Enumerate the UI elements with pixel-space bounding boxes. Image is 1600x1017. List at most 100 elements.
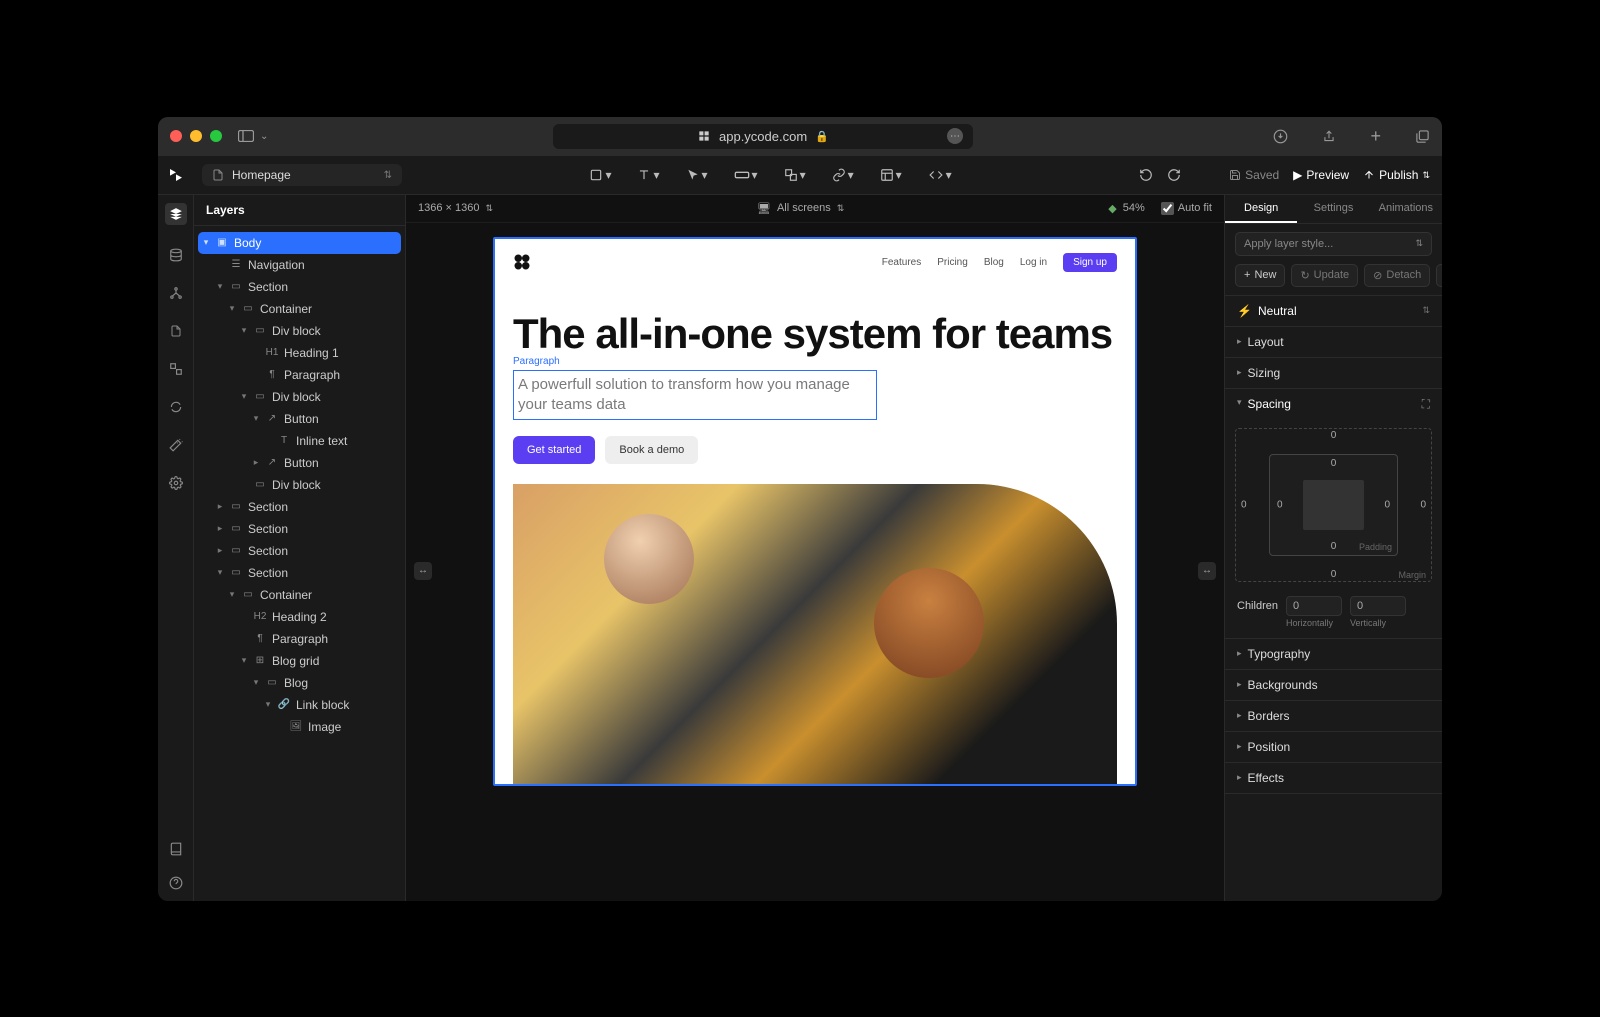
download-icon[interactable] (1273, 129, 1288, 144)
page-nav: Features Pricing Blog Log in Sign up (495, 239, 1135, 286)
section-borders[interactable]: ▸Borders (1225, 701, 1442, 731)
help-icon[interactable] (168, 875, 184, 891)
page-preview[interactable]: Features Pricing Blog Log in Sign up The… (493, 237, 1137, 787)
layers-icon[interactable] (165, 203, 187, 225)
tree-item[interactable]: ¶Paragraph (198, 628, 401, 650)
tree-item[interactable]: ▾▭Div block (198, 386, 401, 408)
zoom-level[interactable]: 54% (1123, 202, 1145, 214)
app-logo[interactable] (158, 167, 194, 183)
tool-input[interactable]: ▾ (734, 168, 758, 182)
nav-signup[interactable]: Sign up (1063, 253, 1117, 272)
cta-book-demo[interactable]: Book a demo (605, 436, 698, 464)
macos-titlebar: ⌄ app.ycode.com 🔒 ⋯ + (158, 117, 1442, 157)
tab-settings[interactable]: Settings (1297, 195, 1369, 223)
section-effects[interactable]: ▸Effects (1225, 763, 1442, 793)
tree-item[interactable]: TInline text (198, 430, 401, 452)
nav-login[interactable]: Log in (1020, 257, 1047, 268)
tree-item[interactable]: ▾▭Section (198, 276, 401, 298)
tool-frame[interactable]: ▾ (589, 168, 611, 182)
tool-text[interactable]: ▾ (637, 168, 659, 182)
file-selector[interactable]: Homepage ⇅ (202, 164, 402, 186)
preview-button[interactable]: ▶ Preview (1293, 168, 1349, 182)
sitemap-icon[interactable] (168, 285, 184, 301)
style-more-button[interactable]: ⋯ (1436, 264, 1442, 287)
selection-label: Paragraph (513, 356, 560, 367)
publish-button[interactable]: Publish ⇅ (1363, 168, 1430, 182)
hero-heading[interactable]: The all-in-one system for teams (513, 312, 1117, 356)
tree-item[interactable]: ▸▭Section (198, 496, 401, 518)
tool-code[interactable]: ▾ (928, 168, 952, 182)
style-detach-button[interactable]: ⊘ Detach (1364, 264, 1430, 287)
reader-icon[interactable]: ⋯ (947, 128, 963, 144)
address-bar[interactable]: app.ycode.com 🔒 ⋯ (553, 124, 973, 149)
tree-item[interactable]: ▾▭Container (198, 584, 401, 606)
children-horizontal-input[interactable] (1286, 596, 1342, 616)
breakpoint-icon: 🖥 (757, 202, 771, 215)
spacing-expand-icon[interactable]: ⛶ (1422, 397, 1430, 412)
redo-icon[interactable] (1167, 168, 1181, 182)
tree-item[interactable]: ▸▭Section (198, 540, 401, 562)
tab-design[interactable]: Design (1225, 195, 1297, 223)
canvas-header: 1366 × 1360⇅ 🖥All screens⇅ ◆54% Auto fit (406, 195, 1224, 223)
section-sizing[interactable]: ▸Sizing (1225, 358, 1442, 388)
tree-body[interactable]: ▾▣Body (198, 232, 401, 254)
nav-blog[interactable]: Blog (984, 257, 1004, 268)
magic-icon[interactable] (168, 437, 184, 453)
tree-item[interactable]: ▾▭Div block (198, 320, 401, 342)
chevron-down-icon[interactable]: ⌄ (260, 131, 268, 142)
settings-icon[interactable] (168, 475, 184, 491)
docs-icon[interactable] (168, 841, 184, 857)
layer-style-select[interactable]: Apply layer style...⇅ (1235, 232, 1432, 256)
refresh-icon[interactable] (168, 399, 184, 415)
tree-item[interactable]: ▾⊞Blog grid (198, 650, 401, 672)
section-layout[interactable]: ▸Layout (1225, 327, 1442, 357)
canvas-dimensions[interactable]: 1366 × 1360 (418, 202, 479, 214)
neutral-row[interactable]: ⚡Neutral⇅ (1225, 296, 1442, 326)
tree-item[interactable]: ▾🔗Link block (198, 694, 401, 716)
tool-component[interactable]: ▾ (784, 168, 806, 182)
nav-pricing[interactable]: Pricing (937, 257, 968, 268)
database-icon[interactable] (168, 247, 184, 263)
tab-animations[interactable]: Animations (1370, 195, 1442, 223)
section-typography[interactable]: ▸Typography (1225, 639, 1442, 669)
saved-indicator: Saved (1229, 168, 1279, 182)
spacing-box[interactable]: 0 0 0 0 0 0 0 0 Padding Margin (1235, 428, 1432, 582)
tool-cursor[interactable]: ▾ (686, 168, 708, 182)
tree-item[interactable]: ▾↗Button (198, 408, 401, 430)
section-spacing[interactable]: ▾Spacing⛶ (1225, 389, 1442, 420)
undo-icon[interactable] (1139, 168, 1153, 182)
selected-element[interactable]: A powerfull solution to transform how yo… (513, 370, 877, 421)
style-update-button[interactable]: ↻ Update (1291, 264, 1358, 287)
components-icon[interactable] (168, 361, 184, 377)
tree-item[interactable]: ▭Div block (198, 474, 401, 496)
file-chevron-icon: ⇅ (384, 170, 392, 181)
tree-item[interactable]: ▾▭Container (198, 298, 401, 320)
section-backgrounds[interactable]: ▸Backgrounds (1225, 670, 1442, 700)
new-tab-icon[interactable]: + (1370, 126, 1381, 147)
tool-link[interactable]: ▾ (832, 168, 854, 182)
tree-item[interactable]: ▸↗Button (198, 452, 401, 474)
traffic-lights[interactable] (170, 130, 222, 142)
style-new-button[interactable]: + New (1235, 264, 1285, 287)
share-icon[interactable] (1322, 129, 1336, 144)
nav-features[interactable]: Features (882, 257, 921, 268)
sidebar-toggle-icon[interactable] (238, 130, 254, 142)
tree-item[interactable]: ▾▭Blog (198, 672, 401, 694)
page-icon[interactable] (168, 323, 184, 339)
tree-item[interactable]: H2Heading 2 (198, 606, 401, 628)
tree-item[interactable]: ▸▭Section (198, 518, 401, 540)
resize-handle-right[interactable]: ↔ (1198, 562, 1216, 580)
resize-handle-left[interactable]: ↔ (414, 562, 432, 580)
tree-item[interactable]: 🖼Image (198, 716, 401, 738)
tree-item[interactable]: ☰Navigation (198, 254, 401, 276)
cta-get-started[interactable]: Get started (513, 436, 595, 464)
autofit-checkbox[interactable]: Auto fit (1161, 202, 1212, 215)
children-vertical-input[interactable] (1350, 596, 1406, 616)
breakpoint-selector[interactable]: All screens (777, 202, 831, 214)
tree-item[interactable]: ¶Paragraph (198, 364, 401, 386)
tabs-icon[interactable] (1415, 129, 1430, 144)
tree-item[interactable]: H1Heading 1 (198, 342, 401, 364)
tool-layout[interactable]: ▾ (880, 168, 902, 182)
tree-item[interactable]: ▾▭Section (198, 562, 401, 584)
section-position[interactable]: ▸Position (1225, 732, 1442, 762)
